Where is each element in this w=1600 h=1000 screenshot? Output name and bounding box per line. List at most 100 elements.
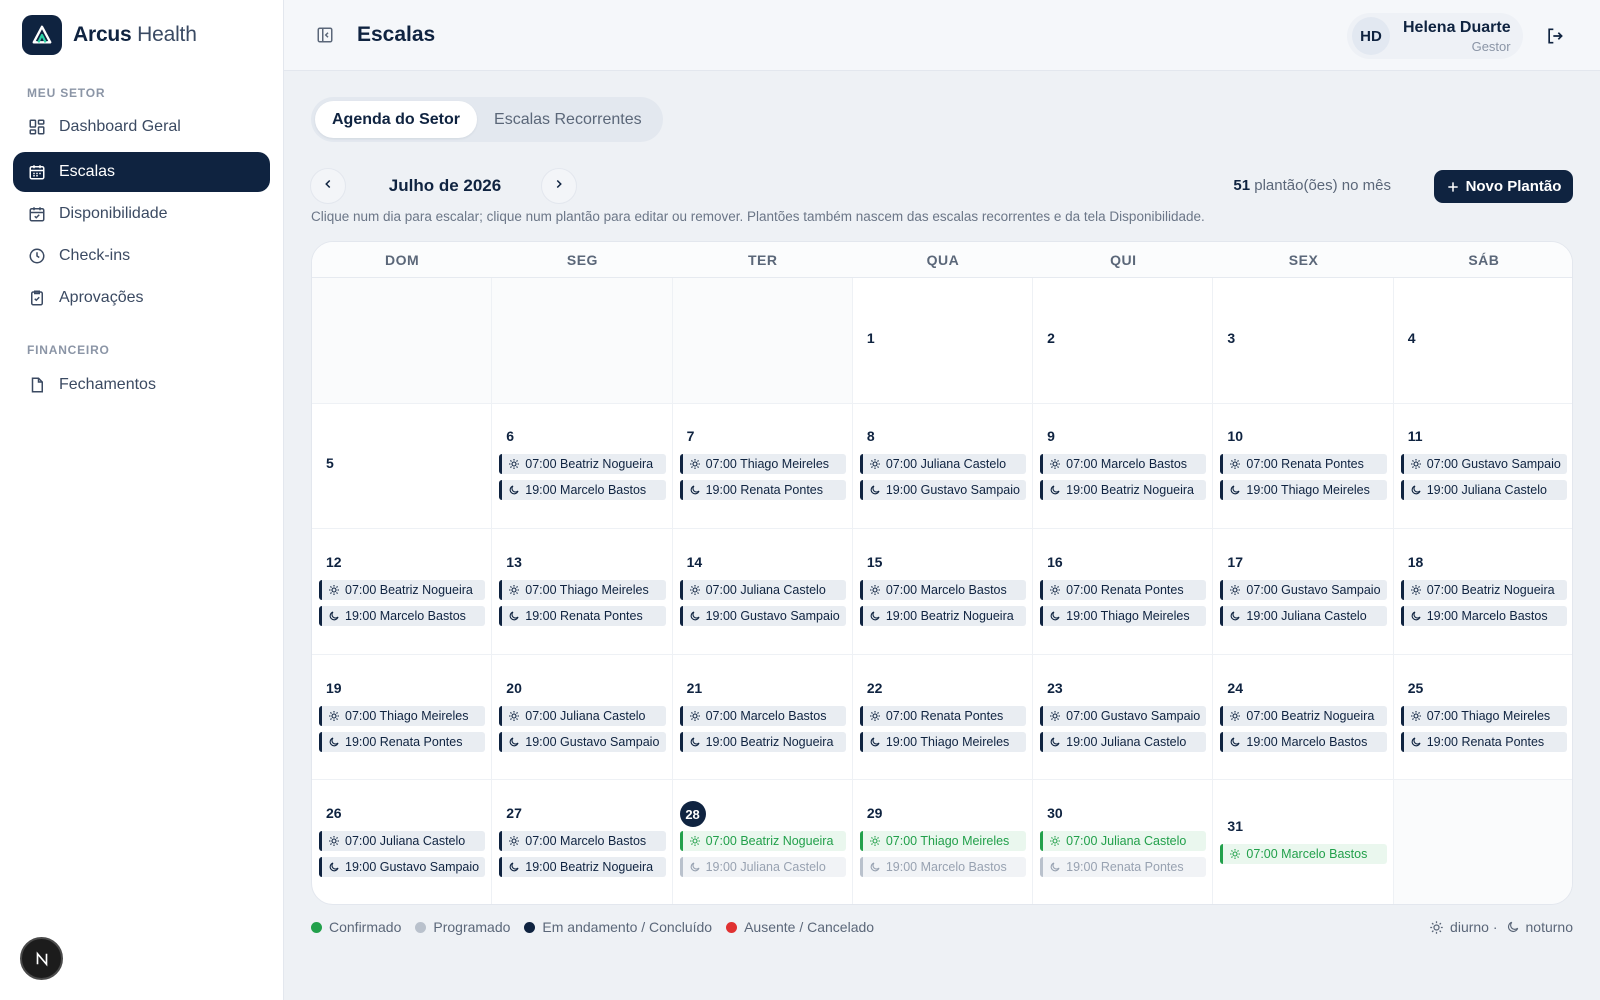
calendar-day-8[interactable]: 8 07:00 Juliana Castelo 19:00 Gustavo Samp… (852, 403, 1034, 530)
prev-month-button[interactable] (310, 168, 346, 204)
shift-chip[interactable]: 19:00 Renata Pontes (319, 731, 486, 752)
shift-chip[interactable]: 07:00 Gustavo Sampaio (1220, 579, 1387, 600)
next-month-button[interactable] (541, 168, 577, 204)
calendar-day-21[interactable]: 21 07:00 Marcelo Bastos 19:00 Beatriz Nogu… (672, 654, 853, 781)
shift-chip[interactable]: 19:00 Gustavo Sampaio (679, 605, 846, 626)
shift-chip[interactable]: 07:00 Beatriz Nogueira (1220, 705, 1387, 726)
shift-chip[interactable]: 07:00 Marcelo Bastos (1040, 454, 1207, 475)
shift-chip[interactable]: 19:00 Renata Pontes (1040, 857, 1207, 878)
shift-chip[interactable]: 07:00 Thiago Meireles (1400, 705, 1567, 726)
shift-chip[interactable]: 07:00 Renata Pontes (1040, 579, 1207, 600)
calendar-day-6[interactable]: 6 07:00 Beatriz Nogueira 19:00 Marcelo Bas… (492, 403, 673, 530)
tab-escalas-recorrentes[interactable]: Escalas Recorrentes (477, 101, 659, 138)
shift-chip[interactable]: 19:00 Juliana Castelo (1040, 731, 1207, 752)
shift-chip[interactable]: 07:00 Beatriz Nogueira (319, 579, 486, 600)
shift-chip[interactable]: 19:00 Beatriz Nogueira (859, 605, 1027, 626)
shift-chip[interactable]: 19:00 Gustavo Sampaio (319, 857, 486, 878)
shift-chip[interactable]: 07:00 Thiago Meireles (499, 579, 666, 600)
shift-chip[interactable]: 19:00 Marcelo Bastos (859, 857, 1027, 878)
calendar-day-23[interactable]: 23 07:00 Gustavo Sampaio 19:00 Juliana Cas… (1033, 654, 1214, 781)
calendar-day-29[interactable]: 29 07:00 Thiago Meireles 19:00 Marcelo Bas… (853, 780, 1034, 904)
shift-chip[interactable]: 07:00 Juliana Castelo (319, 831, 486, 852)
shift-chip[interactable]: 19:00 Juliana Castelo (679, 857, 846, 878)
shift-chip[interactable]: 07:00 Marcelo Bastos (859, 579, 1027, 600)
calendar-day-16[interactable]: 16 07:00 Renata Pontes 19:00 Thiago Meirel… (1033, 529, 1214, 655)
shift-chip[interactable]: 19:00 Gustavo Sampaio (499, 731, 666, 752)
shift-chip[interactable]: 07:00 Thiago Meireles (859, 831, 1027, 852)
shift-chip[interactable]: 07:00 Thiago Meireles (319, 705, 486, 726)
shift-chip[interactable]: 19:00 Renata Pontes (499, 605, 666, 626)
brand[interactable]: Arcus Health (22, 15, 197, 55)
shift-chip[interactable]: 07:00 Juliana Castelo (1040, 831, 1207, 852)
shift-chip[interactable]: 07:00 Gustavo Sampaio (1040, 705, 1207, 726)
shift-chip[interactable]: 19:00 Thiago Meireles (859, 731, 1027, 752)
calendar-day-20[interactable]: 20 07:00 Juliana Castelo 19:00 Gustavo Sam… (492, 654, 673, 781)
calendar-day-14[interactable]: 14 07:00 Juliana Castelo 19:00 Gustavo Sam… (672, 529, 853, 655)
calendar-day-10[interactable]: 10 07:00 Renata Pontes 19:00 Thiago Meirel… (1213, 403, 1394, 530)
shift-chip[interactable]: 19:00 Marcelo Bastos (319, 605, 486, 626)
calendar-day-30[interactable]: 30 07:00 Juliana Castelo 19:00 Renata Pont… (1033, 780, 1214, 904)
calendar-day-12[interactable]: 12 07:00 Beatriz Nogueira 19:00 Marcelo Ba… (312, 529, 493, 655)
shift-chip[interactable]: 19:00 Renata Pontes (1400, 731, 1567, 752)
sidebar-toggle-icon[interactable] (314, 24, 336, 46)
calendar-day-13[interactable]: 13 07:00 Thiago Meireles 19:00 Renata Pont… (492, 529, 673, 655)
shift-chip[interactable]: 19:00 Thiago Meireles (1040, 605, 1207, 626)
shift-chip[interactable]: 19:00 Beatriz Nogueira (499, 857, 666, 878)
calendar-day-7[interactable]: 7 07:00 Thiago Meireles 19:00 Renata Ponte… (672, 403, 853, 530)
sidebar-item-aprovacoes[interactable]: Aprovações (13, 278, 270, 318)
calendar-day-15[interactable]: 15 07:00 Marcelo Bastos 19:00 Beatriz Nogu… (852, 529, 1034, 655)
calendar-day-4[interactable]: 4 (1393, 278, 1572, 404)
shift-chip[interactable]: 07:00 Renata Pontes (1220, 454, 1387, 475)
calendar-day-3[interactable]: 3 (1213, 278, 1394, 404)
shift-chip[interactable]: 07:00 Gustavo Sampaio (1400, 454, 1567, 475)
sidebar-item-check-ins[interactable]: Check-ins (13, 236, 270, 276)
shift-chip[interactable]: 19:00 Marcelo Bastos (1220, 731, 1387, 752)
shift-chip[interactable]: 19:00 Beatriz Nogueira (679, 731, 846, 752)
calendar-day-31[interactable]: 31 07:00 Marcelo Bastos (1213, 780, 1394, 904)
sidebar-item-escalas[interactable]: Escalas (13, 152, 270, 192)
sidebar-item-label: Aprovações (59, 289, 144, 306)
shift-chip[interactable]: 07:00 Beatriz Nogueira (679, 831, 846, 852)
calendar-day-2[interactable]: 2 (1033, 278, 1214, 404)
shift-chip[interactable]: 19:00 Marcelo Bastos (1400, 605, 1567, 626)
shift-chip[interactable]: 07:00 Beatriz Nogueira (1400, 579, 1567, 600)
nextjs-badge-icon[interactable] (20, 937, 63, 980)
shift-chip[interactable]: 19:00 Juliana Castelo (1400, 480, 1567, 501)
shift-chip[interactable]: 07:00 Renata Pontes (859, 705, 1027, 726)
shift-chip[interactable]: 19:00 Renata Pontes (679, 480, 846, 501)
shift-chip[interactable]: 07:00 Thiago Meireles (679, 454, 846, 475)
shift-chip[interactable]: 07:00 Juliana Castelo (859, 454, 1027, 475)
logout-icon[interactable] (1544, 25, 1566, 47)
shift-chip[interactable]: 07:00 Juliana Castelo (679, 579, 846, 600)
calendar-day-5[interactable]: 5 (312, 403, 493, 530)
shift-chip[interactable]: 07:00 Marcelo Bastos (1220, 844, 1387, 865)
calendar-day-22[interactable]: 22 07:00 Renata Pontes 19:00 Thiago Meirel… (852, 654, 1034, 781)
calendar-day-17[interactable]: 17 07:00 Gustavo Sampaio 19:00 Juliana Cas… (1213, 529, 1394, 655)
calendar-day-25[interactable]: 25 07:00 Thiago Meireles 19:00 Renata Pont… (1393, 655, 1572, 781)
tab-agenda-do-setor[interactable]: Agenda do Setor (315, 101, 478, 138)
shift-chip[interactable]: 19:00 Beatriz Nogueira (1040, 480, 1207, 501)
user-menu[interactable]: HD Helena Duarte Gestor (1347, 13, 1523, 59)
shift-chip[interactable]: 07:00 Juliana Castelo (499, 705, 666, 726)
calendar-day-1[interactable]: 1 (852, 278, 1034, 404)
shift-chip[interactable]: 19:00 Gustavo Sampaio (859, 480, 1027, 501)
sidebar-item-fechamentos[interactable]: Fechamentos (13, 365, 270, 405)
sidebar-item-disponibilidade[interactable]: Disponibilidade (13, 194, 270, 234)
shift-chip[interactable]: 07:00 Marcelo Bastos (679, 705, 846, 726)
shift-chip[interactable]: 07:00 Marcelo Bastos (499, 831, 666, 852)
calendar-day-28[interactable]: 28 07:00 Beatriz Nogueira 19:00 Juliana Ca… (673, 780, 853, 904)
shift-chip[interactable]: 19:00 Marcelo Bastos (499, 480, 666, 501)
calendar-day-9[interactable]: 9 07:00 Marcelo Bastos 19:00 Beatriz Nogue… (1033, 403, 1214, 530)
calendar-day-19[interactable]: 19 07:00 Thiago Meireles 19:00 Renata Pont… (312, 654, 493, 781)
calendar-day-11[interactable]: 11 07:00 Gustavo Sampaio 19:00 Juliana Cas… (1393, 404, 1572, 530)
shift-chip[interactable]: 19:00 Thiago Meireles (1220, 480, 1387, 501)
sidebar-item-dashboard[interactable]: Dashboard Geral (13, 107, 270, 147)
new-shift-button[interactable]: Novo Plantão (1434, 170, 1573, 203)
shift-chip[interactable]: 19:00 Juliana Castelo (1220, 605, 1387, 626)
calendar-day-26[interactable]: 26 07:00 Juliana Castelo 19:00 Gustavo Sam… (312, 780, 493, 904)
calendar-day-24[interactable]: 24 07:00 Beatriz Nogueira 19:00 Marcelo Ba… (1213, 654, 1394, 781)
calendar-day-18[interactable]: 18 07:00 Beatriz Nogueira 19:00 Marcelo Ba… (1393, 529, 1572, 655)
calendar-day-27[interactable]: 27 07:00 Marcelo Bastos 19:00 Beatriz Nogu… (492, 780, 673, 904)
shift-chip[interactable]: 07:00 Beatriz Nogueira (499, 454, 666, 475)
calendar-icon (27, 162, 47, 182)
